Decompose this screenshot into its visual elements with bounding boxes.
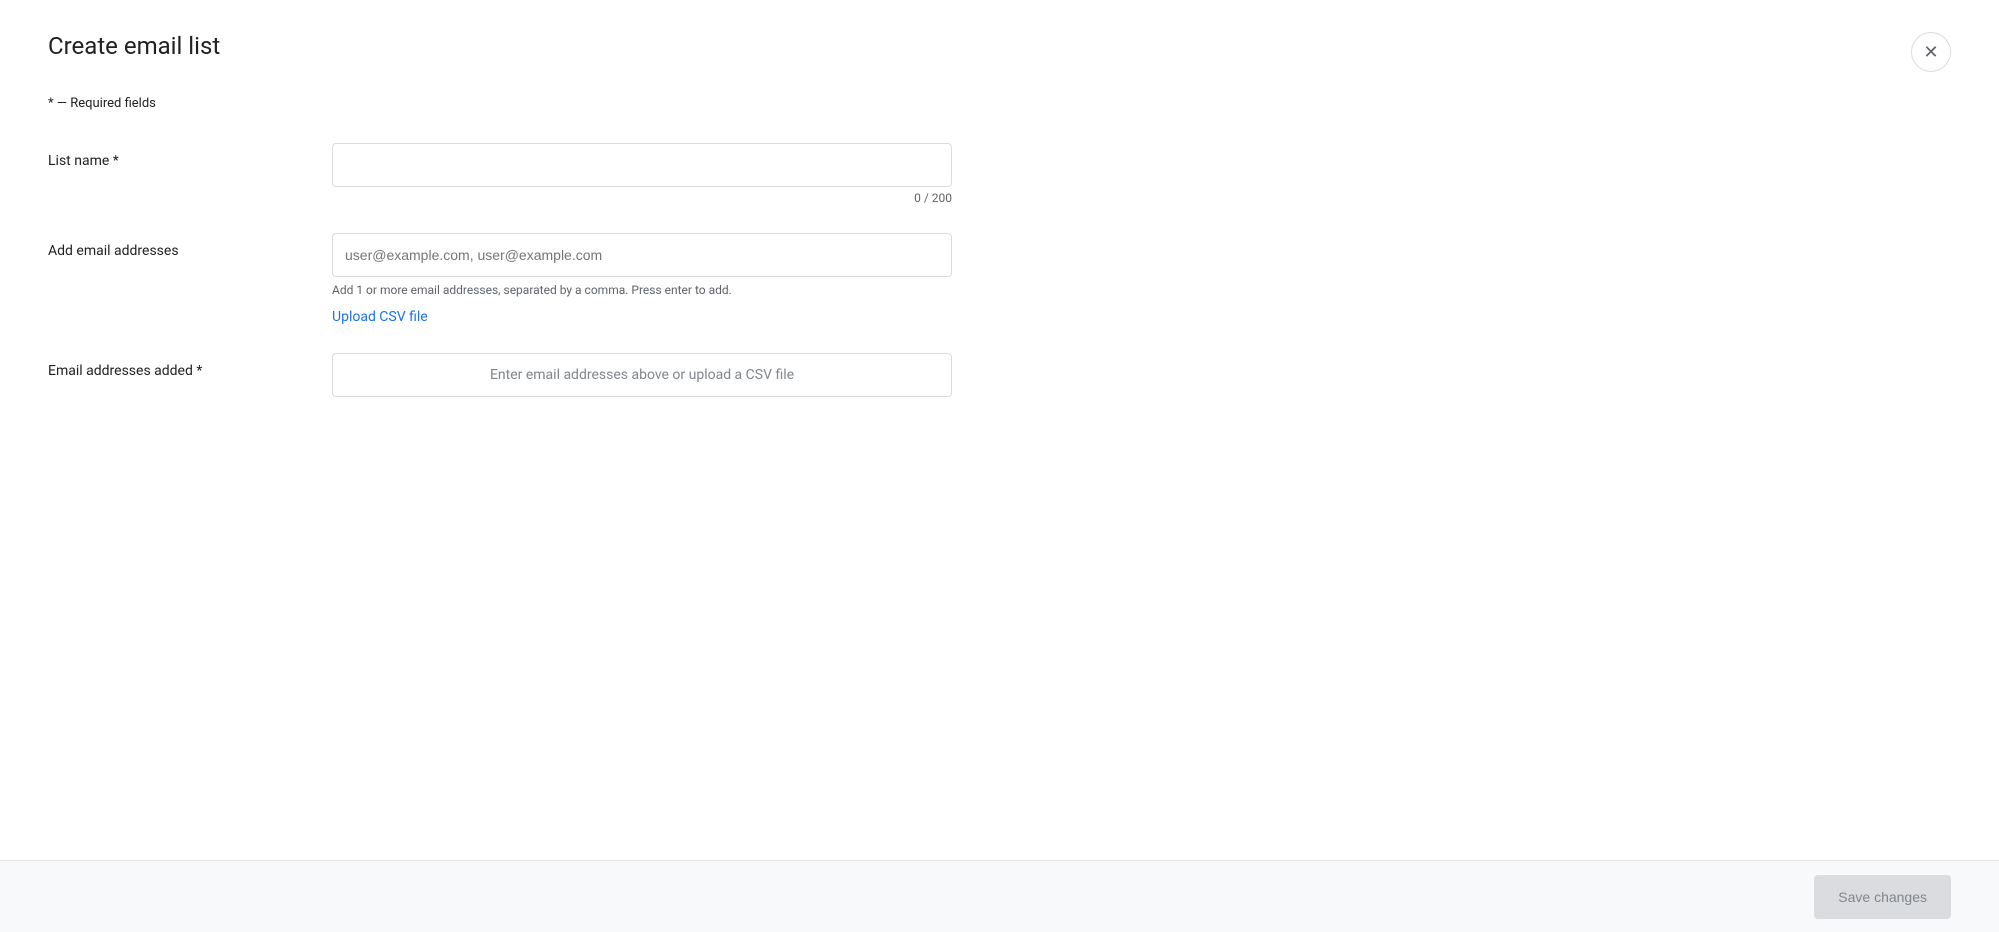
modal-content: Create email list ✕ * — Required fields … xyxy=(0,0,1999,860)
list-name-label: List name * xyxy=(48,143,308,169)
email-addresses-row: Add email addresses Add 1 or more email … xyxy=(48,233,1951,325)
email-added-placeholder-text: Enter email addresses above or upload a … xyxy=(490,367,794,383)
email-added-field: Enter email addresses above or upload a … xyxy=(332,353,952,397)
required-text: — Required fields xyxy=(54,96,156,111)
email-added-placeholder-box: Enter email addresses above or upload a … xyxy=(332,353,952,397)
email-added-label: Email addresses added * xyxy=(48,353,308,379)
modal-close-button[interactable]: ✕ xyxy=(1911,32,1951,72)
save-changes-button[interactable]: Save changes xyxy=(1814,875,1951,919)
char-count: 0 / 200 xyxy=(332,191,952,205)
email-addresses-hint: Add 1 or more email addresses, separated… xyxy=(332,283,952,297)
modal-header: Create email list ✕ xyxy=(48,32,1951,72)
list-name-row: List name * 0 / 200 xyxy=(48,143,1951,205)
modal-overlay: Create email list ✕ * — Required fields … xyxy=(0,0,1999,932)
required-fields-note: * — Required fields xyxy=(48,96,1951,111)
list-name-field: 0 / 200 xyxy=(332,143,952,205)
list-name-input[interactable] xyxy=(332,143,952,187)
modal-title: Create email list xyxy=(48,32,220,60)
upload-csv-link[interactable]: Upload CSV file xyxy=(332,309,428,325)
email-addresses-label: Add email addresses xyxy=(48,233,308,259)
email-added-row: Email addresses added * Enter email addr… xyxy=(48,353,1951,397)
email-addresses-field: Add 1 or more email addresses, separated… xyxy=(332,233,952,325)
email-addresses-input[interactable] xyxy=(332,233,952,277)
modal-footer: Save changes xyxy=(0,860,1999,932)
